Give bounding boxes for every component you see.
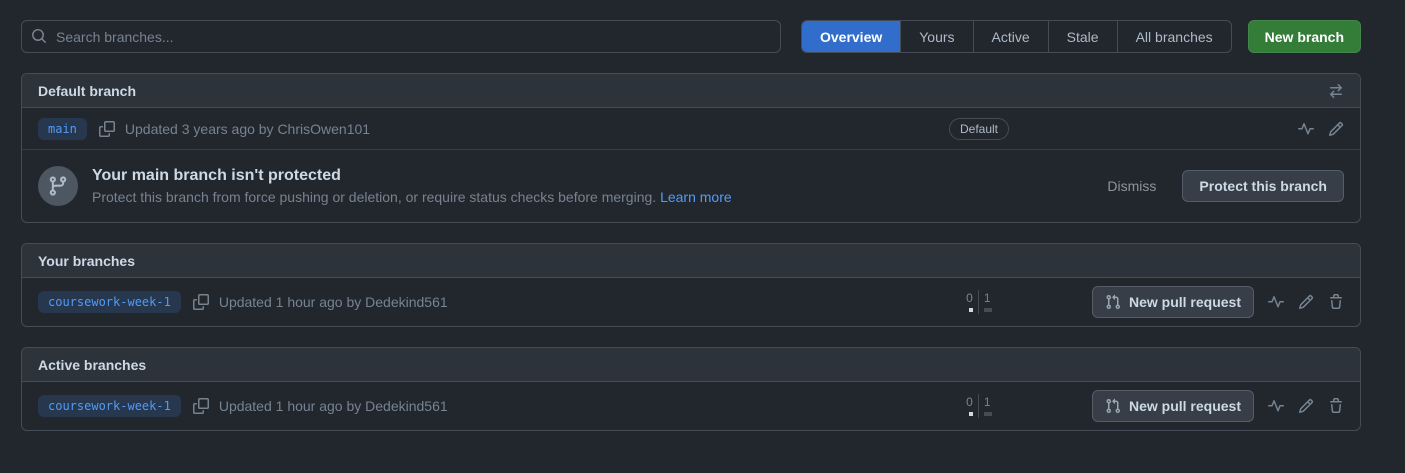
ahead-count: 1 bbox=[979, 394, 992, 416]
behind-count-bar bbox=[969, 412, 973, 416]
delete-branch-trash-icon[interactable] bbox=[1328, 398, 1344, 414]
git-pull-request-icon bbox=[1105, 294, 1121, 310]
rename-branch-pencil-icon[interactable] bbox=[1328, 121, 1344, 137]
branch-row-middle: Default bbox=[894, 118, 1064, 140]
branch-row-actions: New pull request bbox=[1064, 286, 1344, 318]
notice-title: Your main branch isn't protected bbox=[92, 167, 1097, 185]
git-branch-icon bbox=[47, 175, 69, 197]
ahead-behind-counter: 0 1 bbox=[966, 290, 992, 314]
behind-count: 0 bbox=[966, 394, 978, 416]
toolbar: Overview Yours Active Stale All branches… bbox=[21, 20, 1361, 53]
behind-count-number: 0 bbox=[966, 290, 973, 306]
notice-body: Your main branch isn't protected Protect… bbox=[92, 167, 1097, 205]
behind-count-number: 0 bbox=[966, 394, 973, 410]
protect-this-branch-button[interactable]: Protect this branch bbox=[1182, 170, 1344, 202]
your-branches-header: Your branches bbox=[22, 244, 1360, 278]
ahead-count: 1 bbox=[979, 290, 992, 312]
branch-row-actions: New pull request bbox=[1064, 390, 1344, 422]
tab-all-branches[interactable]: All branches bbox=[1117, 21, 1231, 52]
default-branch-row: main Updated 3 years ago by ChrisOwen101… bbox=[22, 108, 1360, 150]
branch-info: main Updated 3 years ago by ChrisOwen101 bbox=[38, 118, 894, 140]
rename-branch-pencil-icon[interactable] bbox=[1298, 294, 1314, 310]
branch-name-link[interactable]: main bbox=[38, 118, 87, 140]
activity-pulse-icon[interactable] bbox=[1268, 294, 1284, 310]
search-input[interactable] bbox=[21, 20, 781, 53]
tab-yours[interactable]: Yours bbox=[900, 21, 972, 52]
branch-info: coursework-week-1 Updated 1 hour ago by … bbox=[38, 291, 894, 313]
behind-count: 0 bbox=[966, 290, 978, 312]
tab-active[interactable]: Active bbox=[973, 21, 1048, 52]
ahead-count-number: 1 bbox=[984, 394, 991, 410]
branch-row-middle: 0 1 bbox=[894, 394, 1064, 418]
arrow-switch-icon[interactable] bbox=[1328, 83, 1344, 99]
git-branch-circle-badge bbox=[38, 166, 78, 206]
behind-count-bar bbox=[969, 308, 973, 312]
copy-branch-name-button[interactable] bbox=[193, 398, 209, 414]
branch-row-actions bbox=[1064, 121, 1344, 137]
branch-filter-tabs: Overview Yours Active Stale All branches bbox=[801, 20, 1232, 53]
git-pull-request-icon bbox=[1105, 398, 1121, 414]
tab-overview[interactable]: Overview bbox=[802, 21, 900, 52]
active-branches-card: Active branches coursework-week-1 Update… bbox=[21, 347, 1361, 431]
notice-actions: Dismiss Protect this branch bbox=[1097, 170, 1344, 202]
search-wrapper bbox=[21, 20, 781, 53]
notice-description-text: Protect this branch from force pushing o… bbox=[92, 189, 656, 205]
copy-branch-name-button[interactable] bbox=[99, 121, 115, 137]
ahead-count-number: 1 bbox=[984, 290, 991, 306]
learn-more-link[interactable]: Learn more bbox=[660, 189, 732, 205]
activity-pulse-icon[interactable] bbox=[1268, 398, 1284, 414]
branch-row: coursework-week-1 Updated 1 hour ago by … bbox=[22, 278, 1360, 326]
branch-name-link[interactable]: coursework-week-1 bbox=[38, 395, 181, 417]
new-pull-request-button[interactable]: New pull request bbox=[1092, 390, 1254, 422]
dismiss-button[interactable]: Dismiss bbox=[1097, 172, 1166, 200]
branch-row: coursework-week-1 Updated 1 hour ago by … bbox=[22, 382, 1360, 430]
section-title: Active branches bbox=[38, 357, 146, 373]
delete-branch-trash-icon[interactable] bbox=[1328, 294, 1344, 310]
branch-updated-text: Updated 1 hour ago by Dedekind561 bbox=[219, 398, 448, 414]
section-title: Default branch bbox=[38, 83, 136, 99]
branch-updated-text: Updated 1 hour ago by Dedekind561 bbox=[219, 294, 448, 310]
branch-updated-text: Updated 3 years ago by ChrisOwen101 bbox=[125, 121, 370, 137]
copy-icon bbox=[99, 121, 115, 137]
copy-icon bbox=[193, 398, 209, 414]
new-pull-request-label: New pull request bbox=[1129, 294, 1241, 310]
notice-description: Protect this branch from force pushing o… bbox=[92, 189, 1097, 205]
tab-stale[interactable]: Stale bbox=[1048, 21, 1117, 52]
active-branches-header: Active branches bbox=[22, 348, 1360, 382]
ahead-behind-counter: 0 1 bbox=[966, 394, 992, 418]
default-branch-card: Default branch main Updated 3 years ago … bbox=[21, 73, 1361, 223]
copy-branch-name-button[interactable] bbox=[193, 294, 209, 310]
ahead-count-bar bbox=[984, 308, 992, 312]
default-badge: Default bbox=[949, 118, 1009, 140]
branch-protection-notice: Your main branch isn't protected Protect… bbox=[22, 150, 1360, 222]
branches-page: Overview Yours Active Stale All branches… bbox=[21, 20, 1361, 431]
search-icon bbox=[31, 28, 47, 44]
ahead-count-bar bbox=[984, 412, 992, 416]
branch-name-link[interactable]: coursework-week-1 bbox=[38, 291, 181, 313]
branch-row-middle: 0 1 bbox=[894, 290, 1064, 314]
branch-info: coursework-week-1 Updated 1 hour ago by … bbox=[38, 395, 894, 417]
new-branch-button[interactable]: New branch bbox=[1248, 20, 1361, 53]
default-branch-header: Default branch bbox=[22, 74, 1360, 108]
your-branches-card: Your branches coursework-week-1 Updated … bbox=[21, 243, 1361, 327]
new-pull-request-button[interactable]: New pull request bbox=[1092, 286, 1254, 318]
rename-branch-pencil-icon[interactable] bbox=[1298, 398, 1314, 414]
new-pull-request-label: New pull request bbox=[1129, 398, 1241, 414]
section-title: Your branches bbox=[38, 253, 135, 269]
copy-icon bbox=[193, 294, 209, 310]
activity-pulse-icon[interactable] bbox=[1298, 121, 1314, 137]
